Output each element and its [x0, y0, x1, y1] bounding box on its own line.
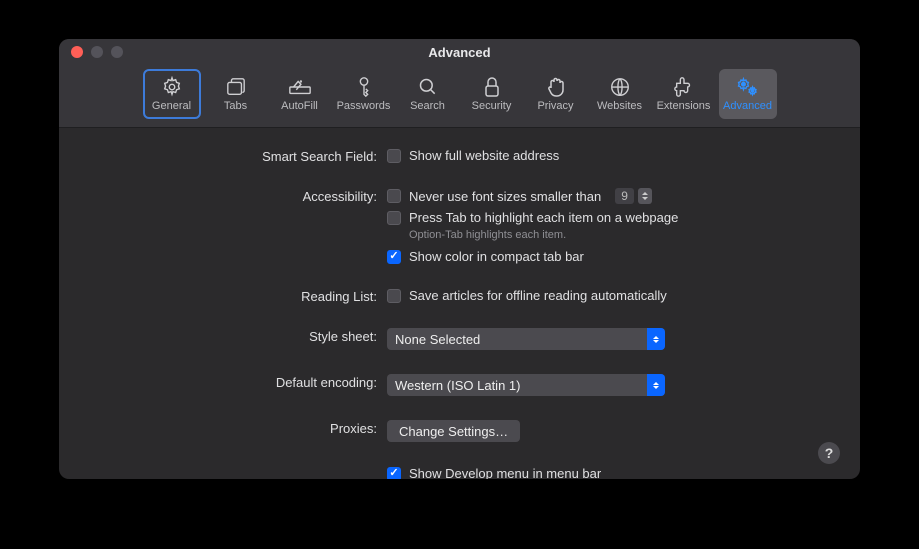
show-develop-label: Show Develop menu in menu bar	[409, 466, 601, 479]
never-use-font-checkbox[interactable]	[387, 189, 401, 203]
toolbar-label: Privacy	[537, 100, 573, 112]
toolbar-label: Passwords	[337, 100, 391, 112]
help-label: ?	[825, 445, 834, 461]
key-icon	[355, 76, 373, 98]
content-pane: Smart Search Field: Show full website ad…	[59, 128, 860, 479]
window-title: Advanced	[59, 45, 860, 60]
titlebar: Advanced	[59, 39, 860, 65]
toolbar-label: General	[152, 100, 191, 112]
smart-search-label: Smart Search Field:	[89, 148, 387, 164]
toolbar-websites[interactable]: Websites	[591, 69, 649, 119]
toolbar-advanced[interactable]: Advanced	[719, 69, 777, 119]
preferences-window: Advanced General Tabs AutoFill Passwords	[59, 39, 860, 479]
save-offline-label: Save articles for offline reading automa…	[409, 288, 667, 303]
minimize-window-button[interactable]	[91, 46, 103, 58]
show-develop-checkbox[interactable]	[387, 467, 401, 480]
zoom-window-button[interactable]	[111, 46, 123, 58]
toolbar-label: AutoFill	[281, 100, 318, 112]
show-color-label: Show color in compact tab bar	[409, 249, 584, 264]
preferences-toolbar: General Tabs AutoFill Passwords Search	[59, 65, 860, 128]
toolbar-extensions[interactable]: Extensions	[655, 69, 713, 119]
window-controls	[59, 46, 123, 58]
style-sheet-select[interactable]: None Selected	[387, 328, 665, 350]
toolbar-tabs[interactable]: Tabs	[207, 69, 265, 119]
default-encoding-value: Western (ISO Latin 1)	[387, 378, 647, 393]
press-tab-checkbox[interactable]	[387, 211, 401, 225]
search-icon	[418, 76, 438, 98]
globe-icon	[609, 76, 631, 98]
font-size-value: 9	[615, 188, 634, 204]
toolbar-privacy[interactable]: Privacy	[527, 69, 585, 119]
change-settings-label: Change Settings…	[399, 424, 508, 439]
close-window-button[interactable]	[71, 46, 83, 58]
puzzle-icon	[673, 76, 695, 98]
toolbar-general[interactable]: General	[143, 69, 201, 119]
toolbar-label: Extensions	[657, 100, 711, 112]
chevron-up-down-icon	[647, 328, 665, 350]
toolbar-autofill[interactable]: AutoFill	[271, 69, 329, 119]
gears-icon	[736, 76, 760, 98]
change-settings-button[interactable]: Change Settings…	[387, 420, 520, 442]
show-color-checkbox[interactable]	[387, 250, 401, 264]
pencil-icon	[288, 76, 312, 98]
default-encoding-select[interactable]: Western (ISO Latin 1)	[387, 374, 665, 396]
toolbar-search[interactable]: Search	[399, 69, 457, 119]
chevron-up-down-icon	[647, 374, 665, 396]
save-offline-checkbox[interactable]	[387, 289, 401, 303]
show-full-address-checkbox[interactable]	[387, 149, 401, 163]
press-tab-label: Press Tab to highlight each item on a we…	[409, 210, 678, 225]
default-encoding-label: Default encoding:	[89, 374, 387, 390]
font-size-stepper[interactable]	[638, 188, 652, 204]
style-sheet-label: Style sheet:	[89, 328, 387, 344]
style-sheet-value: None Selected	[387, 332, 647, 347]
show-full-address-label: Show full website address	[409, 148, 559, 163]
accessibility-label: Accessibility:	[89, 188, 387, 204]
tabs-icon	[225, 76, 247, 98]
toolbar-security[interactable]: Security	[463, 69, 521, 119]
toolbar-label: Advanced	[723, 100, 772, 112]
toolbar-passwords[interactable]: Passwords	[335, 69, 393, 119]
toolbar-label: Search	[410, 100, 445, 112]
reading-list-label: Reading List:	[89, 288, 387, 304]
toolbar-label: Tabs	[224, 100, 247, 112]
proxies-label: Proxies:	[89, 420, 387, 436]
press-tab-hint: Option-Tab highlights each item.	[409, 229, 830, 241]
toolbar-label: Security	[472, 100, 512, 112]
lock-icon	[483, 76, 501, 98]
help-button[interactable]: ?	[818, 442, 840, 464]
gear-icon	[161, 76, 183, 98]
hand-icon	[546, 76, 566, 98]
never-use-font-label: Never use font sizes smaller than	[409, 189, 601, 204]
toolbar-label: Websites	[597, 100, 642, 112]
